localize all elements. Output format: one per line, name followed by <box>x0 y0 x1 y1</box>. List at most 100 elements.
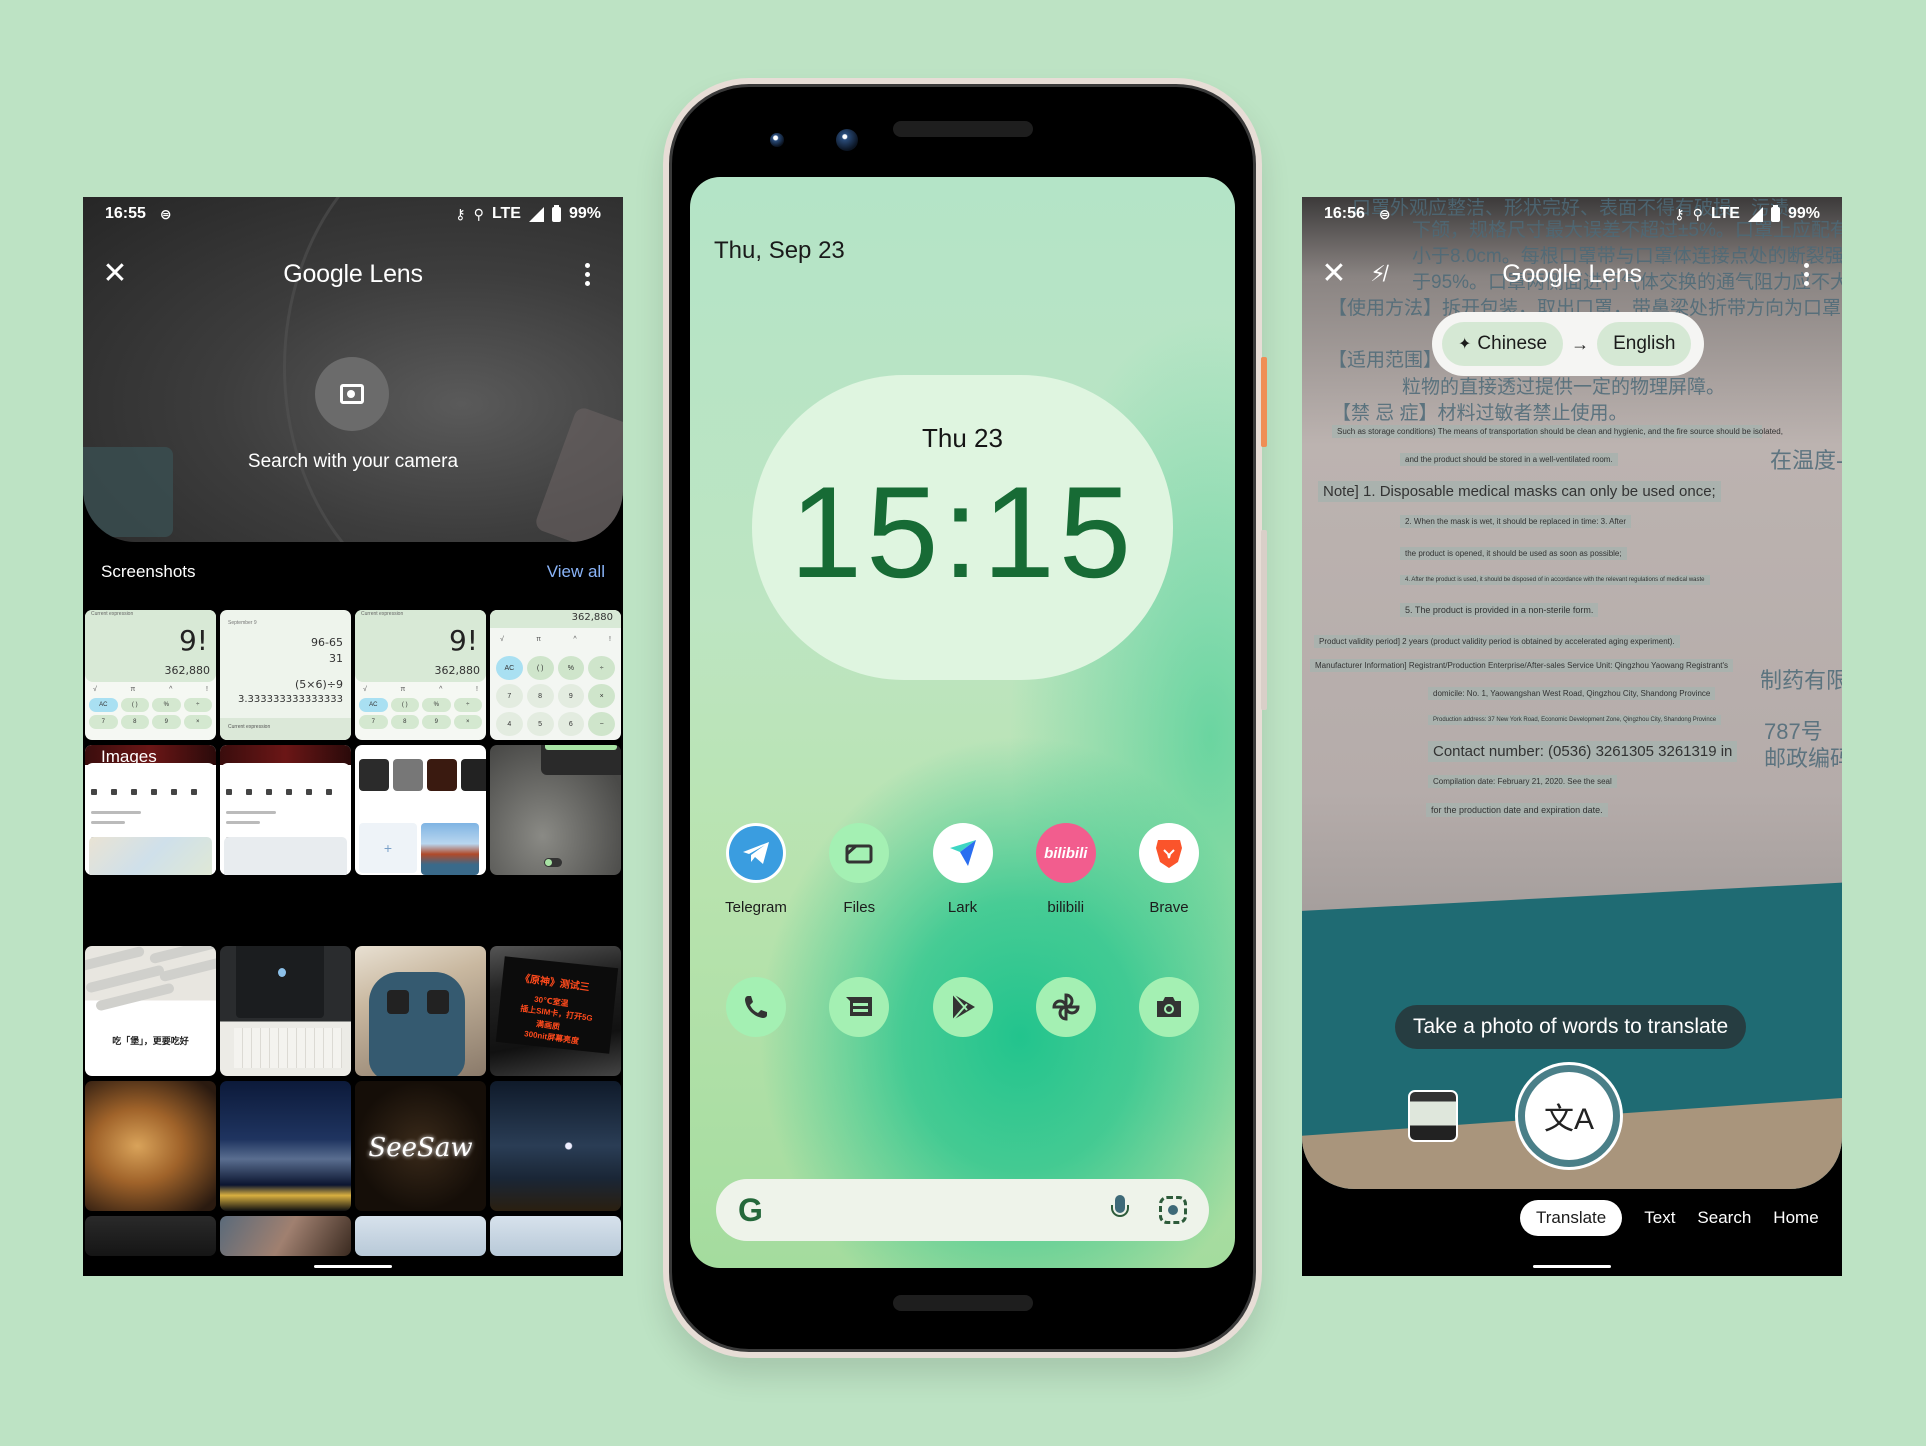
app-label: Lark <box>947 899 978 916</box>
translated-text[interactable]: the product is opened, it should be used… <box>1400 547 1627 560</box>
vpn-key-icon: ⚷ <box>455 205 466 222</box>
brave-icon <box>1139 823 1199 883</box>
gallery-icon[interactable] <box>1408 1090 1458 1142</box>
map-preview <box>89 837 212 875</box>
screenshot-thumbnail[interactable]: 362,880 √ π ^ ! AC ( ) % ÷ 7 8 9 × 4 5 6… <box>490 610 621 740</box>
close-icon: ✕ <box>1321 257 1347 290</box>
home-indicator[interactable] <box>1533 1265 1611 1268</box>
translated-text[interactable]: Manufacturer Information] Registrant/Pro… <box>1310 659 1733 672</box>
image-thumbnail[interactable] <box>220 946 351 1076</box>
translated-text[interactable]: and the product should be stored in a we… <box>1400 453 1618 466</box>
dock-phone[interactable] <box>716 977 796 1037</box>
calc-key: 8 <box>526 684 554 708</box>
image-thumbnail[interactable]: 吃「堡」，更要吃好 <box>85 946 216 1076</box>
close-button[interactable]: ✕ <box>1312 252 1356 296</box>
more-options-button[interactable] <box>565 252 609 296</box>
more-vert-icon <box>1803 280 1809 286</box>
translated-text[interactable]: 4. After the product is used, it should … <box>1400 575 1710 585</box>
mode-search[interactable]: Search <box>1697 1200 1751 1236</box>
auto-detect-icon: ✦ <box>1458 336 1472 353</box>
history-date: September 9 <box>228 620 257 626</box>
dock-camera[interactable] <box>1129 977 1209 1037</box>
translated-text[interactable]: Compilation date: February 21, 2020. See… <box>1428 775 1617 788</box>
date-text[interactable]: Thu, Sep 23 <box>714 237 845 265</box>
image-thumbnail[interactable] <box>85 1081 216 1211</box>
pixel-phone-mockup: Thu, Sep 23 Thu 23 15:15 Telegram Files <box>663 78 1267 1358</box>
close-button[interactable]: ✕ <box>93 252 137 296</box>
photo-info-sheet <box>85 763 216 875</box>
image-thumbnail[interactable]: SeeSaw <box>355 1081 486 1211</box>
screenshots-header: Screenshots View all <box>101 562 605 582</box>
calc-key: ÷ <box>588 656 615 680</box>
arrow-right-icon: → <box>1571 333 1590 354</box>
dock-messages[interactable] <box>819 977 899 1037</box>
translate-shutter-button[interactable]: 文A <box>1518 1065 1620 1167</box>
clock-widget[interactable]: Thu 23 15:15 <box>752 375 1173 680</box>
calc-key: √ <box>93 686 97 693</box>
location-icon: ⚲ <box>473 205 484 222</box>
home-indicator[interactable] <box>314 1265 392 1268</box>
more-vert-icon <box>1803 262 1809 268</box>
mic-icon[interactable] <box>1111 1195 1129 1225</box>
google-search-bar[interactable]: G <box>716 1179 1209 1241</box>
screenshot-thumbnail[interactable]: Current expression 9! 362,880 √ π ^ ! AC… <box>85 610 216 740</box>
image-thumbnail[interactable] <box>355 1216 486 1256</box>
translated-text[interactable]: 5. The product is provided in a non-ster… <box>1400 603 1599 617</box>
image-thumbnail[interactable] <box>220 1081 351 1211</box>
search-with-camera-button[interactable] <box>315 357 389 431</box>
translated-text[interactable]: 2. When the mask is wet, it should be re… <box>1400 515 1631 528</box>
clock-time: 15:15 <box>789 459 1136 605</box>
image-thumbnail[interactable] <box>85 1216 216 1256</box>
app-bilibili[interactable]: bilibili bilibili <box>1026 823 1106 916</box>
album-thumbnail <box>421 823 479 875</box>
app-telegram[interactable]: Telegram <box>716 823 796 916</box>
lens-icon[interactable] <box>1159 1196 1187 1224</box>
screenshot-thumbnail[interactable]: September 9 96-65 31 (5×6)÷9 3.333333333… <box>220 610 351 740</box>
app-label: Files <box>843 899 876 916</box>
mode-text[interactable]: Text <box>1644 1200 1675 1236</box>
calc-keys: AC ( ) % ÷ 7 8 9 × <box>359 698 482 729</box>
decoration <box>85 946 146 973</box>
calc-key: 9 <box>152 715 181 729</box>
translated-text[interactable]: Such as storage conditions) The means of… <box>1332 425 1783 438</box>
calc-key: √ <box>500 636 504 643</box>
image-thumbnail[interactable]: 《原神》测试三 30℃室温 插上SIM卡，打开5G 满画质 300nit屏幕亮度 <box>490 946 621 1076</box>
mouse-shape <box>369 972 465 1076</box>
calc-key: ! <box>206 686 208 693</box>
screenshot-thumbnail[interactable]: Current expression 9! 362,880 √ π ^ ! AC… <box>355 610 486 740</box>
target-language-button[interactable]: English <box>1597 322 1692 366</box>
neon-sign: SeeSaw <box>368 1133 473 1163</box>
dock-play-store[interactable] <box>923 977 1003 1037</box>
more-options-button[interactable] <box>1784 252 1828 296</box>
source-language-button[interactable]: ✦ Chinese <box>1442 322 1564 366</box>
app-lark[interactable]: Lark <box>923 823 1003 916</box>
image-thumbnail[interactable] <box>490 1216 621 1256</box>
dock-photos[interactable] <box>1026 977 1106 1037</box>
mode-home[interactable]: Home <box>1773 1200 1818 1236</box>
translated-text[interactable]: Contact number: (0536) 3261305 3261319 i… <box>1428 741 1738 762</box>
calc-key: 7 <box>496 684 523 708</box>
app-bar: ✕ ⚡̸ Google Lens <box>1302 245 1842 303</box>
location-icon: ⚲ <box>1692 205 1703 222</box>
screenshots-grid: Current expression 9! 362,880 √ π ^ ! AC… <box>85 610 621 875</box>
calc-fn-row: √ π ^ ! <box>363 686 478 693</box>
add-album-tile: + <box>359 823 417 873</box>
app-files[interactable]: Files <box>819 823 899 916</box>
images-grid: 吃「堡」，更要吃好 《原神》测试三 30℃室温 插上SIM卡，打开5G 满画质 … <box>85 946 621 1256</box>
battery-level: 99% <box>1787 205 1820 222</box>
translated-text[interactable]: Production address: 37 New York Road, Ec… <box>1428 715 1722 725</box>
mode-translate[interactable]: Translate <box>1520 1200 1623 1236</box>
image-thumbnail[interactable] <box>220 1216 351 1256</box>
translated-text[interactable]: Product validity period] 2 years (produc… <box>1314 635 1680 648</box>
image-thumbnail[interactable] <box>490 1081 621 1211</box>
view-all-link[interactable]: View all <box>547 562 605 582</box>
calc-key: 8 <box>120 715 149 729</box>
app-brave[interactable]: Brave <box>1129 823 1209 916</box>
flash-toggle-button[interactable]: ⚡̸ <box>1356 252 1400 296</box>
translated-text[interactable]: for the production date and expiration d… <box>1426 803 1608 817</box>
translated-text[interactable]: domicile: No. 1, Yaowangshan West Road, … <box>1428 687 1716 700</box>
image-thumbnail[interactable] <box>355 946 486 1076</box>
translated-text[interactable]: Note] 1. Disposable medical masks can on… <box>1318 481 1721 502</box>
lark-icon <box>932 823 993 883</box>
earpiece-speaker <box>892 121 1033 137</box>
